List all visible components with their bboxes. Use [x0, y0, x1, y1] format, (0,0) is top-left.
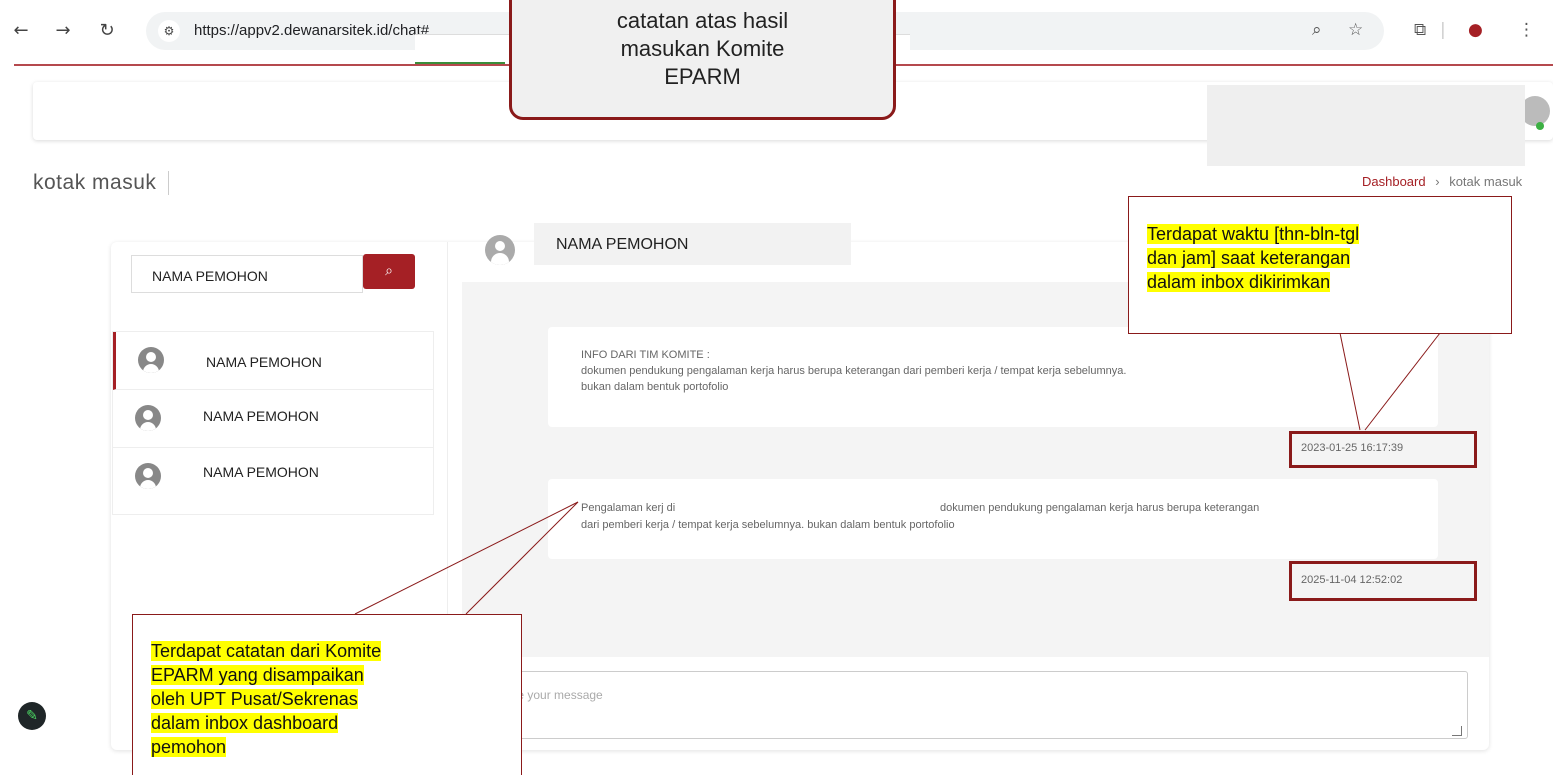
edit-pencil-icon[interactable]: ✎	[18, 702, 46, 730]
contact-list: NAMA PEMOHON NAMA PEMOHON NAMA PEMOHON	[112, 331, 434, 515]
search-input-value: NAMA PEMOHON	[152, 268, 268, 284]
message-input[interactable]	[482, 671, 1468, 739]
message-line: INFO DARI TIM KOMITE :	[581, 349, 710, 361]
forward-arrow-icon[interactable]: →	[52, 20, 74, 42]
extensions-icon[interactable]: ⧉	[1414, 20, 1426, 40]
callout-line: EPARM	[664, 64, 741, 89]
callout-line: dalam inbox dashboard	[151, 713, 339, 733]
timestamp-highlight-box	[1289, 561, 1477, 601]
redaction-box	[1207, 85, 1525, 166]
url-text: https://appv2.dewanarsitek.id/chat#	[194, 22, 430, 39]
contact-name: NAMA PEMOHON	[203, 464, 319, 480]
message-line: dari pemberi kerja / tempat kerja sebelu…	[581, 519, 955, 531]
contact-name: NAMA PEMOHON	[203, 408, 319, 424]
contact-avatar-icon	[135, 405, 161, 431]
callout-line: dalam inbox dikirimkan	[1147, 272, 1331, 292]
page-title: kotak masuk	[33, 171, 170, 195]
callout-line: Terdapat waktu [thn-bln-tgl	[1147, 224, 1360, 244]
textarea-resize-handle[interactable]	[1452, 726, 1462, 736]
callout-line: Terdapat catatan dari Komite	[151, 641, 382, 661]
message-line: Pengalaman kerj di	[581, 502, 676, 514]
callout-right-text: Terdapat waktu [thn-bln-tgl dan jam] saa…	[1147, 222, 1360, 294]
callout-line: EPARM yang disampaikan	[151, 665, 364, 685]
contact-avatar-icon	[138, 347, 164, 373]
bookmark-star-icon[interactable]: ☆	[1348, 20, 1363, 40]
callout-line: masukan Komite	[620, 36, 785, 61]
profile-icon[interactable]: ●	[1468, 20, 1483, 40]
zoom-icon[interactable]: ⌕	[1312, 20, 1322, 40]
callout-left-text: Terdapat catatan dari Komite EPARM yang …	[151, 639, 382, 759]
breadcrumb: Dashboard › kotak masuk	[1362, 174, 1522, 189]
toolbar-divider: |	[1440, 20, 1446, 40]
callout-top: catatan atas hasil masukan Komite EPARM	[509, 0, 896, 120]
menu-kebab-icon[interactable]: ⋮	[1518, 20, 1535, 40]
message-line: dokumen pendukung pengalaman kerja harus…	[940, 502, 1260, 514]
search-icon: ⌕	[385, 263, 393, 279]
breadcrumb-dashboard-link[interactable]: Dashboard	[1362, 174, 1426, 189]
back-arrow-icon[interactable]: ←	[10, 20, 32, 42]
callout-line: pemohon	[151, 737, 227, 757]
contact-item[interactable]: NAMA PEMOHON	[113, 332, 433, 390]
message-line: bukan dalam bentuk portofolio	[581, 381, 729, 393]
online-status-dot	[1536, 122, 1544, 130]
reload-icon[interactable]: ↻	[96, 20, 118, 42]
breadcrumb-separator: ›	[1435, 174, 1440, 189]
callout-line: oleh UPT Pusat/Sekrenas	[151, 689, 358, 709]
callout-line: dan jam] saat keterangan	[1147, 248, 1351, 268]
search-button[interactable]: ⌕	[363, 254, 415, 289]
site-settings-icon[interactable]: ⚙	[158, 20, 180, 42]
contact-item[interactable]: NAMA PEMOHON	[113, 448, 433, 506]
timestamp-highlight-box	[1289, 431, 1477, 468]
chat-avatar-icon	[485, 235, 515, 265]
contact-avatar-icon	[135, 463, 161, 489]
message-line: dokumen pendukung pengalaman kerja harus…	[581, 365, 1127, 377]
callout-line: catatan atas hasil	[616, 8, 789, 33]
contact-name: NAMA PEMOHON	[206, 354, 322, 370]
chat-contact-name: NAMA PEMOHON	[556, 236, 689, 253]
breadcrumb-current: kotak masuk	[1449, 174, 1523, 189]
contact-item[interactable]: NAMA PEMOHON	[113, 390, 433, 448]
